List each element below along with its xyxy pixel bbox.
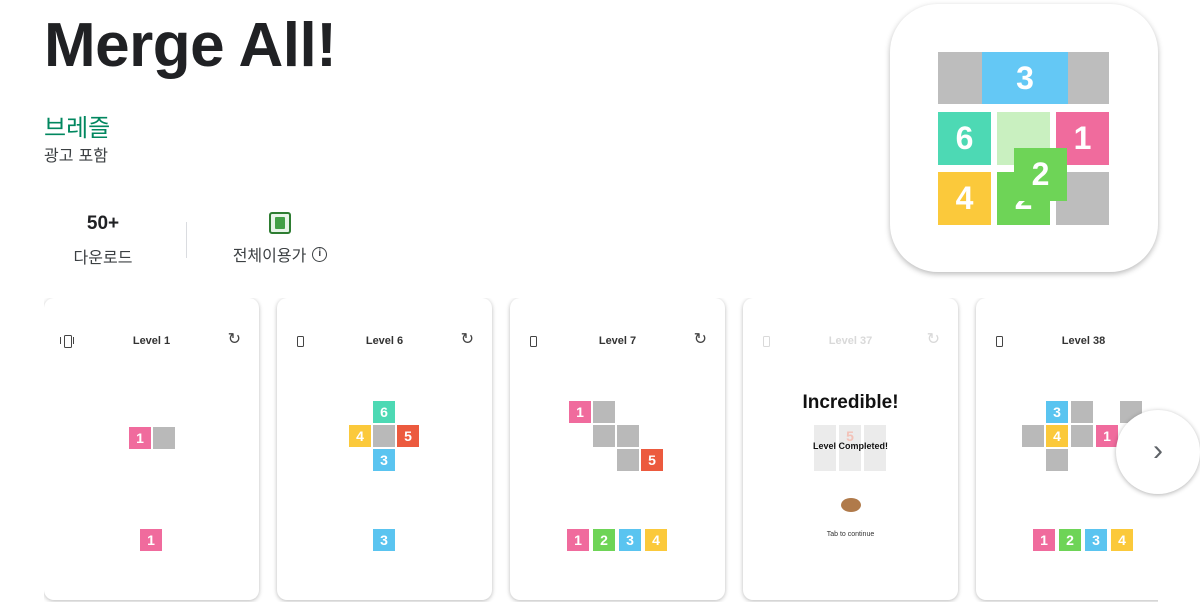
- content-rating-stat[interactable]: 전체이용가 i: [220, 210, 340, 266]
- game-tile: [1022, 425, 1044, 447]
- content-rating-label: 전체이용가: [232, 246, 307, 265]
- icon-tile: 4: [938, 172, 991, 225]
- level-label: Level 38: [1061, 335, 1106, 347]
- incredible-heading: Incredible!: [802, 392, 899, 413]
- game-tile: [593, 425, 615, 447]
- game-tile: 1: [1096, 425, 1118, 447]
- hamster-image: [841, 498, 861, 512]
- tray-tile: 1: [1033, 529, 1055, 551]
- info-icon[interactable]: i: [312, 246, 328, 262]
- icon-bar-number: 3: [1016, 60, 1034, 96]
- developer-link[interactable]: 브레즐: [44, 108, 110, 143]
- game-tile: [617, 449, 639, 471]
- game-tile: [864, 449, 886, 471]
- game-tile: [1071, 401, 1093, 423]
- icon-tile: 6: [938, 112, 991, 165]
- restart-icon: ↻: [926, 331, 940, 348]
- ads-notice: 광고 포함: [44, 146, 108, 165]
- screenshot-carousel[interactable]: Level 1 ↻ 1 1 Level 6 ↻ 6 4 5 3 3 Level …: [44, 298, 1158, 602]
- downloads-value: 50+: [86, 213, 120, 234]
- carousel-next-button[interactable]: ›: [1116, 410, 1200, 494]
- level-completed-text: Level Completed!: [812, 441, 888, 451]
- game-tile: [617, 425, 639, 447]
- tray-tile: 1: [140, 529, 162, 551]
- icon-tile-moving: 2: [1014, 148, 1067, 201]
- game-tile: 1: [569, 401, 591, 423]
- tray-tile: 2: [1059, 529, 1081, 551]
- tray-tile: 3: [1085, 529, 1107, 551]
- tray-tile: 2: [593, 529, 615, 551]
- downloads-label: 다운로드: [73, 248, 133, 267]
- game-tile: [814, 449, 836, 471]
- screenshot[interactable]: Level 1 ↻ 1 1: [44, 298, 259, 600]
- game-tile: [1046, 449, 1068, 471]
- game-tile: 5: [641, 449, 663, 471]
- game-tile: [1071, 425, 1093, 447]
- game-tile: 1: [129, 427, 151, 449]
- tray-tile: 3: [619, 529, 641, 551]
- screenshot[interactable]: Level 7 ↻ 1 5 1 2 3 4: [510, 298, 725, 600]
- game-tile: [593, 401, 615, 423]
- game-tile: 6: [373, 401, 395, 423]
- tray-tile: 3: [373, 529, 395, 551]
- screenshot[interactable]: Level 6 ↻ 6 4 5 3 3: [277, 298, 492, 600]
- tap-to-continue-text: Tab to continue: [826, 531, 875, 538]
- game-tile: [153, 427, 175, 449]
- downloads-stat: 50+ 다운로드: [58, 210, 148, 268]
- restart-icon: ↻: [460, 331, 474, 348]
- app-title: Merge All!: [44, 11, 337, 80]
- tray-tile: 1: [567, 529, 589, 551]
- tray-tile: 4: [1111, 529, 1133, 551]
- game-tile: [373, 425, 395, 447]
- game-tile: [839, 449, 861, 471]
- restart-icon: ↻: [693, 331, 707, 348]
- tray-tile: 4: [645, 529, 667, 551]
- app-detail-page: Merge All! 브레즐 광고 포함 50+ 다운로드 전체이용가 i 3 …: [0, 0, 1200, 613]
- game-tile: 3: [1046, 401, 1068, 423]
- screenshot[interactable]: Level 37 ↻ 5 Incredible! Level Completed…: [743, 298, 958, 600]
- game-tile: 3: [373, 449, 395, 471]
- game-tile: 4: [1046, 425, 1068, 447]
- stat-divider: [186, 222, 187, 258]
- game-tile: 4: [349, 425, 371, 447]
- app-icon: 3 6 1 4 2 2: [890, 4, 1158, 272]
- restart-icon: ↻: [227, 331, 241, 348]
- game-tile: 5: [397, 425, 419, 447]
- content-rating-icon: [269, 212, 291, 234]
